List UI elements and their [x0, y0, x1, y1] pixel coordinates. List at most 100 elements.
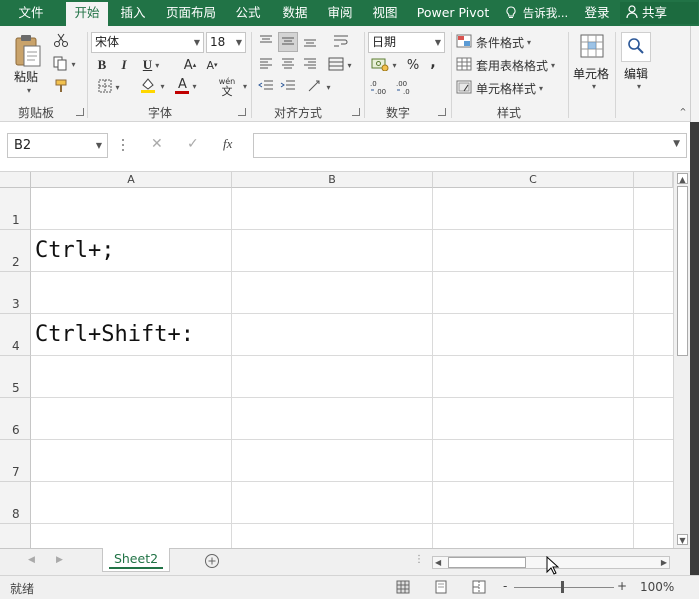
align-right-button[interactable]: [300, 56, 320, 74]
row-header-4[interactable]: 4: [0, 314, 31, 356]
paste-dropdown-icon[interactable]: ▾: [27, 86, 31, 95]
scroll-right-button[interactable]: ▶: [661, 557, 667, 568]
font-name-select[interactable]: 宋体 ▼: [91, 32, 204, 53]
scroll-left-button[interactable]: ◀: [435, 557, 441, 568]
formula-input[interactable]: ▼: [253, 133, 687, 158]
normal-view-icon[interactable]: [396, 580, 410, 597]
column-header-b[interactable]: B: [232, 172, 433, 188]
shrink-font-button[interactable]: A ▾: [204, 56, 220, 74]
select-all-button[interactable]: [0, 172, 31, 188]
text-direction-button[interactable]: ▾: [302, 78, 336, 96]
tell-me-search[interactable]: 告诉我...: [502, 0, 572, 26]
tab-page-layout[interactable]: 页面布局: [160, 0, 222, 26]
cell-a4[interactable]: Ctrl+Shift+:: [35, 322, 194, 347]
next-sheet-icon[interactable]: ▶: [56, 555, 63, 565]
worksheet-grid[interactable]: A B C 1 2 3 4 5 6 7 8 Ctrl+; Ctrl+Shift+…: [0, 172, 673, 548]
paste-button[interactable]: [10, 32, 46, 72]
phonetic-dropdown-icon[interactable]: ▾: [243, 82, 247, 91]
enter-icon[interactable]: ✓: [187, 136, 199, 152]
bold-button[interactable]: B: [94, 56, 110, 74]
increase-indent-button[interactable]: [278, 78, 298, 96]
tab-file[interactable]: 文件: [6, 0, 56, 26]
middle-align-button[interactable]: [278, 32, 298, 52]
copy-button[interactable]: ▾: [50, 55, 78, 73]
name-box[interactable]: B2 ▼: [7, 133, 108, 158]
top-align-button[interactable]: [256, 32, 276, 52]
decrease-indent-button[interactable]: [256, 78, 276, 96]
editing-dropdown-icon[interactable]: ▾: [637, 82, 641, 91]
percent-button[interactable]: %: [404, 56, 422, 74]
share-button[interactable]: 共享: [620, 2, 698, 24]
column-header-d[interactable]: [634, 172, 673, 188]
page-layout-view-icon[interactable]: [434, 580, 448, 597]
bottom-align-button[interactable]: [300, 32, 320, 52]
row-header-7[interactable]: 7: [0, 440, 31, 482]
cells-dropdown-icon[interactable]: ▾: [592, 82, 596, 91]
font-color-button[interactable]: A ▾: [170, 76, 202, 96]
page-break-view-icon[interactable]: [472, 580, 486, 597]
tab-insert[interactable]: 插入: [113, 0, 153, 26]
row-header-1[interactable]: 1: [0, 188, 31, 230]
cell-a2[interactable]: Ctrl+;: [35, 238, 114, 263]
cell-styles-button[interactable]: 单元格样式 ▾: [456, 78, 566, 98]
number-format-select[interactable]: 日期 ▼: [368, 32, 445, 53]
column-header-c[interactable]: C: [433, 172, 634, 188]
add-sheet-icon[interactable]: [204, 553, 220, 572]
cancel-icon[interactable]: ✕: [151, 136, 163, 152]
horizontal-scroll-thumb[interactable]: [448, 557, 526, 568]
conditional-format-button[interactable]: 条件格式 ▾: [456, 32, 566, 52]
scroll-down-button[interactable]: ▼: [677, 534, 688, 545]
insert-function-button[interactable]: fx: [223, 136, 232, 152]
tab-power-pivot[interactable]: Power Pivot: [412, 0, 494, 26]
font-size-select[interactable]: 18 ▼: [206, 32, 246, 53]
zoom-slider-thumb[interactable]: [561, 581, 564, 593]
login-button[interactable]: 登录: [580, 0, 614, 26]
formula-bar-grip[interactable]: [122, 136, 125, 154]
row-header-8[interactable]: 8: [0, 482, 31, 524]
find-button[interactable]: [621, 32, 651, 62]
scroll-up-button[interactable]: ▲: [677, 173, 688, 184]
row-header-6[interactable]: 6: [0, 398, 31, 440]
number-launcher[interactable]: [438, 108, 446, 116]
alignment-launcher[interactable]: [352, 108, 360, 116]
vertical-scroll-thumb[interactable]: [677, 186, 688, 356]
merge-button[interactable]: ▾: [324, 56, 356, 74]
collapse-ribbon-button[interactable]: ^: [678, 106, 688, 116]
row-header-3[interactable]: 3: [0, 272, 31, 314]
align-center-button[interactable]: [278, 56, 298, 74]
currency-button[interactable]: ▾: [368, 56, 400, 74]
decrease-decimal-button[interactable]: .00.0: [394, 78, 416, 98]
zoom-slider[interactable]: [514, 587, 614, 588]
tab-data[interactable]: 数据: [274, 0, 316, 26]
tab-review[interactable]: 审阅: [320, 0, 360, 26]
align-left-button[interactable]: [256, 56, 276, 74]
row-header-5[interactable]: 5: [0, 356, 31, 398]
vertical-scrollbar[interactable]: ▲ ▼: [673, 172, 690, 548]
zoom-out-button[interactable]: -: [503, 579, 507, 593]
row-header-9[interactable]: [0, 524, 31, 548]
phonetic-button[interactable]: wén 文: [212, 76, 242, 98]
sheet-tab-sheet2[interactable]: Sheet2: [102, 548, 170, 572]
border-button[interactable]: ▾: [94, 78, 124, 96]
fill-color-button[interactable]: ▾: [136, 76, 168, 96]
italic-button[interactable]: I: [116, 56, 132, 74]
column-header-a[interactable]: A: [31, 172, 232, 188]
cut-button[interactable]: [50, 32, 72, 50]
tab-formulas[interactable]: 公式: [228, 0, 268, 26]
orientation-button[interactable]: [326, 32, 356, 52]
format-as-table-button[interactable]: 套用表格格式 ▾: [456, 55, 566, 75]
zoom-level[interactable]: 100%: [640, 580, 674, 594]
tab-view[interactable]: 视图: [365, 0, 405, 26]
cells-button[interactable]: [574, 32, 610, 62]
prev-sheet-icon[interactable]: ◀: [28, 555, 35, 565]
format-painter-button[interactable]: [50, 78, 72, 96]
comma-button[interactable]: ,: [426, 54, 440, 72]
row-header-2[interactable]: 2: [0, 230, 31, 272]
font-launcher[interactable]: [238, 108, 246, 116]
underline-button[interactable]: U ▾: [138, 56, 164, 74]
zoom-in-button[interactable]: +: [617, 579, 627, 593]
tab-home[interactable]: 开始: [66, 2, 108, 26]
increase-decimal-button[interactable]: .0.00: [368, 78, 390, 98]
tab-splitter[interactable]: ⋮: [414, 554, 424, 565]
grow-font-button[interactable]: A ▴: [182, 56, 198, 74]
